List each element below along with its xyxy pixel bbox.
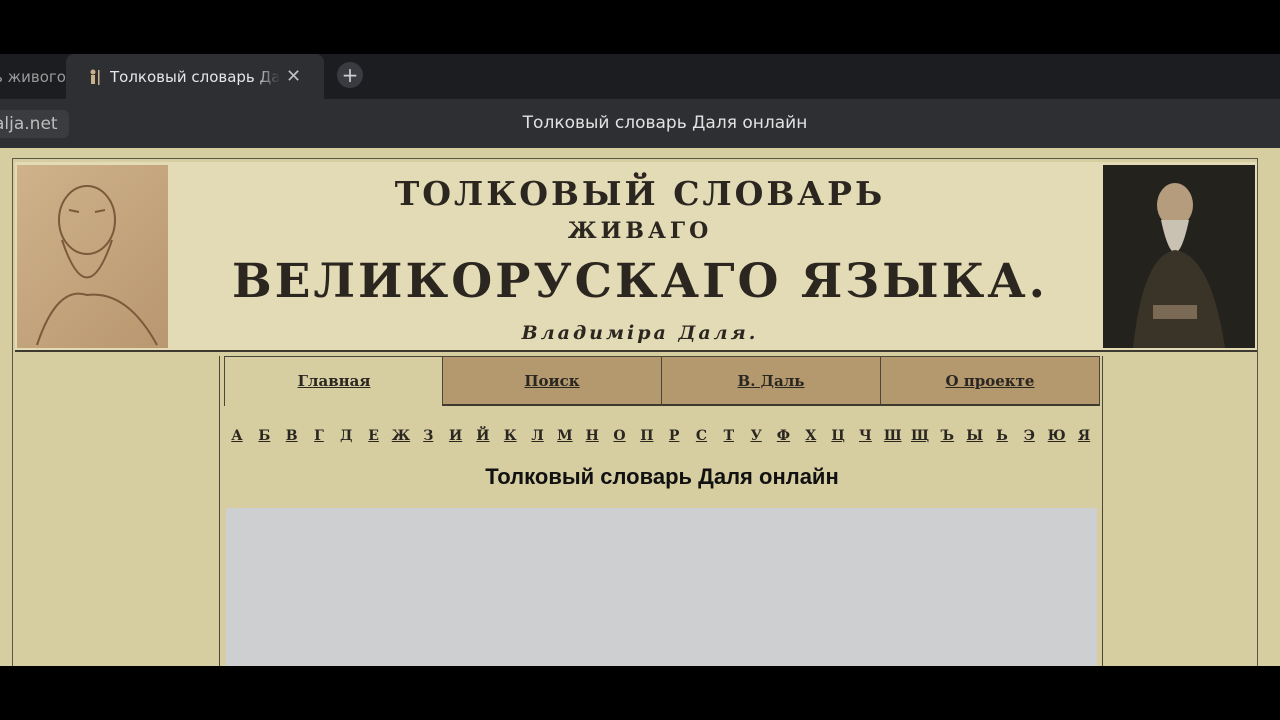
banner-line-4: Владиміра Даля. bbox=[521, 322, 759, 344]
letter-link[interactable]: Д bbox=[333, 428, 359, 444]
letter-link[interactable]: М bbox=[552, 428, 578, 444]
letterbox-bottom bbox=[0, 666, 1280, 720]
letter-link[interactable]: С bbox=[688, 428, 714, 444]
banner-title: ТОЛКОВЫЙ СЛОВАРЬ ЖИВАГО ВЕЛИКОРУСКАГО ЯЗ… bbox=[180, 162, 1100, 352]
banner-line-2: ЖИВАГО bbox=[567, 218, 713, 244]
letter-link[interactable]: Р bbox=[661, 428, 687, 444]
letter-link[interactable]: Ю bbox=[1044, 428, 1070, 444]
banner-line-3: ВЕЛИКОРУСКАГО ЯЗЫКА. bbox=[231, 254, 1049, 309]
banner-line-1: ТОЛКОВЫЙ СЛОВАРЬ bbox=[394, 174, 886, 213]
letter-link[interactable]: Ы bbox=[962, 428, 988, 444]
letter-link[interactable]: Я bbox=[1071, 428, 1097, 444]
letter-link[interactable]: Н bbox=[579, 428, 605, 444]
alphabet-index: АБВГДЕЖЗИЙКЛМНОПРСТУФХЦЧШЩЪЫЬЭЮЯ bbox=[224, 428, 1100, 450]
nav-tab-dal[interactable]: В. Даль bbox=[661, 356, 881, 406]
letter-link[interactable]: А bbox=[224, 428, 250, 444]
letter-link[interactable]: Ж bbox=[388, 428, 414, 444]
letter-link[interactable]: Щ bbox=[907, 428, 933, 444]
letter-link[interactable]: В bbox=[279, 428, 305, 444]
letter-link[interactable]: К bbox=[497, 428, 523, 444]
main-nav: Главная Поиск В. Даль О проекте bbox=[224, 356, 1100, 408]
letter-link[interactable]: Х bbox=[798, 428, 824, 444]
letter-link[interactable]: Ф bbox=[770, 428, 796, 444]
letter-link[interactable]: Ч bbox=[852, 428, 878, 444]
letter-link[interactable]: И bbox=[443, 428, 469, 444]
page-caption: Толковый словарь Даля онлайн bbox=[522, 113, 808, 133]
letter-link[interactable]: Й bbox=[470, 428, 496, 444]
letter-link[interactable]: Б bbox=[251, 428, 277, 444]
tab-previous[interactable]: ь живого bbox=[0, 54, 66, 99]
letter-link[interactable]: Л bbox=[525, 428, 551, 444]
letter-link[interactable]: У bbox=[743, 428, 769, 444]
letter-link[interactable]: З bbox=[415, 428, 441, 444]
new-tab-button[interactable]: + bbox=[337, 62, 363, 88]
page-heading: Толковый словарь Даля онлайн bbox=[485, 464, 839, 489]
right-column-divider bbox=[1102, 356, 1103, 666]
letter-link[interactable]: Т bbox=[716, 428, 742, 444]
page-viewport[interactable]: ТОЛКОВЫЙ СЛОВАРЬ ЖИВАГО ВЕЛИКОРУСКАГО ЯЗ… bbox=[0, 148, 1280, 666]
nav-tab-search[interactable]: Поиск bbox=[442, 356, 662, 406]
letter-link[interactable]: Ш bbox=[880, 428, 906, 444]
portrait-painting-image bbox=[1103, 165, 1255, 348]
nav-tab-about[interactable]: О проекте bbox=[880, 356, 1100, 406]
portrait-sketch-image bbox=[17, 165, 168, 348]
letter-link[interactable]: Э bbox=[1016, 428, 1042, 444]
favicon-icon bbox=[88, 68, 102, 86]
letter-link[interactable]: Ь bbox=[989, 428, 1015, 444]
left-column-divider bbox=[219, 356, 220, 666]
tab-active-title: Толковый словарь Даля онлайн bbox=[110, 67, 280, 86]
letter-link[interactable]: Г bbox=[306, 428, 332, 444]
letter-link[interactable]: Е bbox=[361, 428, 387, 444]
tab-active[interactable]: Толковый словарь Даля онлайн ✕ bbox=[66, 54, 324, 99]
letter-link[interactable]: П bbox=[634, 428, 660, 444]
letterbox-top bbox=[0, 0, 1280, 54]
tab-previous-title: ь живого bbox=[0, 67, 66, 86]
letter-link[interactable]: О bbox=[607, 428, 633, 444]
nav-tab-home[interactable]: Главная bbox=[224, 356, 443, 406]
letter-link[interactable]: Ъ bbox=[934, 428, 960, 444]
close-tab-icon[interactable]: ✕ bbox=[286, 67, 301, 86]
content-area bbox=[226, 508, 1097, 666]
letter-link[interactable]: Ц bbox=[825, 428, 851, 444]
